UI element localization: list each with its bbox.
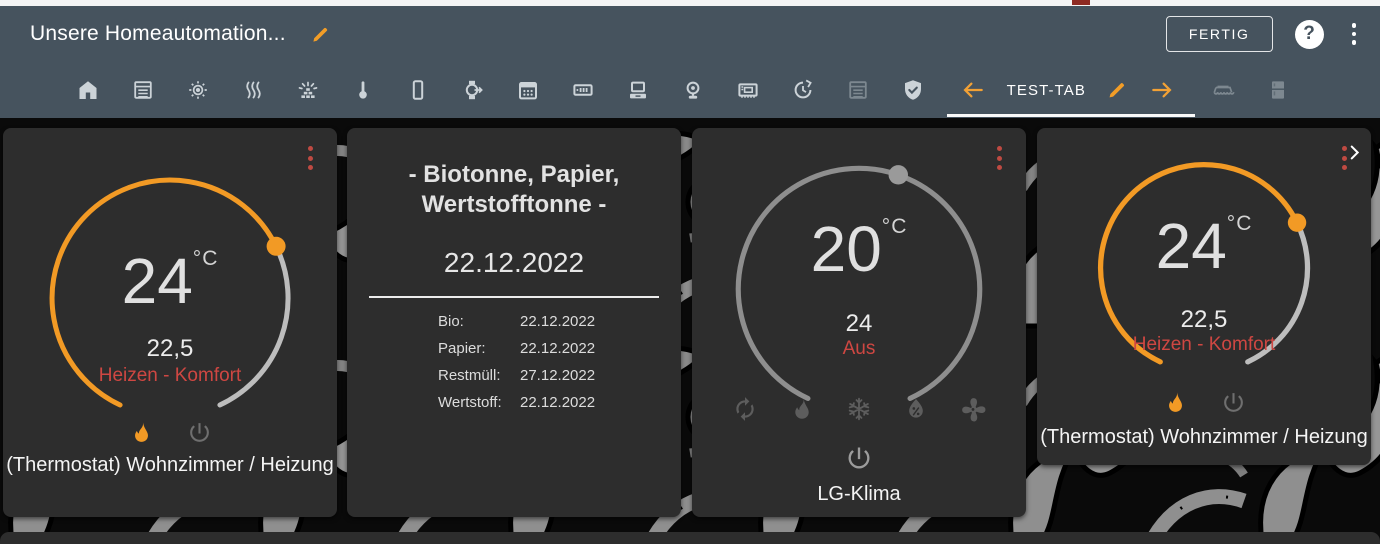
waste-row-papier: Papier: 22.12.2022 (438, 340, 596, 357)
target-temperature: 22,5 (146, 335, 194, 362)
heat-mode-icon[interactable] (789, 396, 815, 422)
waste-collection-card[interactable]: - Biotonne, Papier, Wertstofftonne - 22.… (347, 128, 681, 517)
thermostat-card-1[interactable]: 24°C 22,5 Heizen - Komfort (Thermostat) … (3, 128, 337, 517)
hvac-mode-label: Heizen - Komfort (1132, 334, 1276, 355)
move-tab-right-icon[interactable] (1149, 77, 1175, 103)
thermometer-icon (358, 81, 367, 99)
waste-card-title: - Biotonne, Papier, Wertstofftonne - (408, 161, 620, 218)
tab-phones[interactable] (390, 62, 445, 118)
tab-security[interactable] (885, 62, 940, 118)
current-temperature: 20°C (810, 213, 908, 285)
tab-camera[interactable] (665, 62, 720, 118)
tab-nas[interactable] (555, 62, 610, 118)
tab-awning[interactable] (1195, 62, 1250, 118)
expansion-card-icon (737, 83, 758, 99)
move-tab-left-icon[interactable] (960, 77, 986, 103)
card-options-icon[interactable] (304, 142, 317, 174)
entity-name: (Thermostat) Wohnzimmer / Heizung (1040, 426, 1368, 448)
tab-updates[interactable] (775, 62, 830, 118)
help-icon[interactable]: ? (1294, 19, 1324, 49)
tab-home[interactable] (60, 62, 115, 118)
card-options-icon[interactable] (993, 142, 1006, 174)
window-shutter-icon (133, 81, 152, 99)
active-tab-label: TEST-TAB (1006, 81, 1086, 99)
thermostat-card-2[interactable]: 24°C 22,5 Heizen - Komfort (Thermostat) … (1037, 128, 1371, 465)
waste-row-wertstoff: Wertstoff: 22.12.2022 (438, 394, 596, 411)
current-temperature: 24°C (1155, 210, 1253, 282)
tab-test-tab-active[interactable]: TEST-TAB (940, 62, 1195, 118)
dry-humidity-mode-icon[interactable] (903, 396, 929, 422)
hvac-state-label: Aus (842, 338, 876, 359)
overflow-menu-icon[interactable] (1346, 17, 1363, 51)
nas-icon (572, 84, 593, 96)
fridge-icon (1271, 81, 1284, 99)
tab-calendar[interactable] (500, 62, 555, 118)
done-button[interactable]: FERTIG (1165, 16, 1273, 52)
home-assistant-dashboard: Unsere Homeautomation... FERTIG ? TEST-T… (0, 0, 1380, 544)
cellphone-icon (412, 80, 423, 100)
tab-fridge[interactable] (1250, 62, 1305, 118)
entity-name: LG-Klima (817, 483, 901, 505)
tab-computer[interactable] (610, 62, 665, 118)
waste-row-restmuell: Restmüll: 27.12.2022 (438, 367, 596, 384)
edit-tab-icon[interactable] (1106, 79, 1128, 101)
scroll-tabs-right-icon[interactable] (1345, 124, 1364, 180)
tab-irrigation[interactable] (280, 62, 335, 118)
fan-only-mode-icon[interactable] (960, 396, 986, 422)
power-off-icon[interactable] (1221, 390, 1246, 415)
sprinkler-icon (298, 81, 317, 99)
cool-snowflake-mode-icon[interactable] (846, 396, 872, 422)
watch-export-icon (465, 79, 483, 101)
climate-card[interactable]: 20°C 24 Aus LG-Klima (692, 128, 1026, 517)
awning-icon (1213, 85, 1234, 95)
heat-mode-icon[interactable] (1163, 390, 1188, 415)
sun-brightness-icon (187, 80, 208, 100)
browser-edge-marker (1072, 0, 1090, 5)
climate-dial[interactable] (726, 156, 992, 422)
dial-handle[interactable] (888, 165, 909, 185)
tab-bar: TEST-TAB (0, 62, 1380, 159)
auto-sync-mode-icon[interactable] (732, 396, 758, 422)
tab-heating[interactable] (225, 62, 280, 118)
home-icon (79, 81, 96, 99)
window-shutter-icon (848, 81, 867, 99)
entity-name: (Thermostat) Wohnzimmer / Heizung (6, 454, 334, 476)
power-off-icon[interactable] (845, 444, 873, 472)
current-temperature: 24°C (121, 245, 219, 317)
calendar-icon (518, 82, 537, 100)
app-bar: Unsere Homeautomation... FERTIG ? (0, 6, 1380, 62)
target-temperature: 22,5 (1180, 306, 1228, 333)
browser-edge-strip (0, 0, 1380, 6)
tab-covers[interactable] (115, 62, 170, 118)
next-card-row-partial[interactable] (0, 532, 1380, 544)
tab-hardware[interactable] (720, 62, 775, 118)
heat-mode-icon[interactable] (129, 420, 154, 445)
power-off-icon[interactable] (187, 420, 212, 445)
tab-lights[interactable] (170, 62, 225, 118)
divider (369, 296, 659, 298)
dashboard-title: Unsere Homeautomation... (30, 22, 286, 45)
target-temperature: 24 (845, 310, 873, 337)
tab-covers-2[interactable] (830, 62, 885, 118)
waste-row-bio: Bio: 22.12.2022 (438, 313, 596, 330)
dashboard-view: 24°C 22,5 Heizen - Komfort (Thermostat) … (0, 118, 1380, 544)
update-clock-icon (794, 79, 812, 99)
webcam-icon (686, 81, 699, 100)
desktop-computer-icon (628, 81, 647, 100)
edit-title-icon[interactable] (310, 24, 331, 45)
tab-climate[interactable] (335, 62, 390, 118)
heat-waves-icon (245, 81, 261, 99)
tab-watch[interactable] (445, 62, 500, 118)
hvac-mode-label: Heizen - Komfort (98, 365, 242, 386)
next-collection-date: 22.12.2022 (443, 247, 585, 278)
shield-check-icon (903, 79, 922, 101)
